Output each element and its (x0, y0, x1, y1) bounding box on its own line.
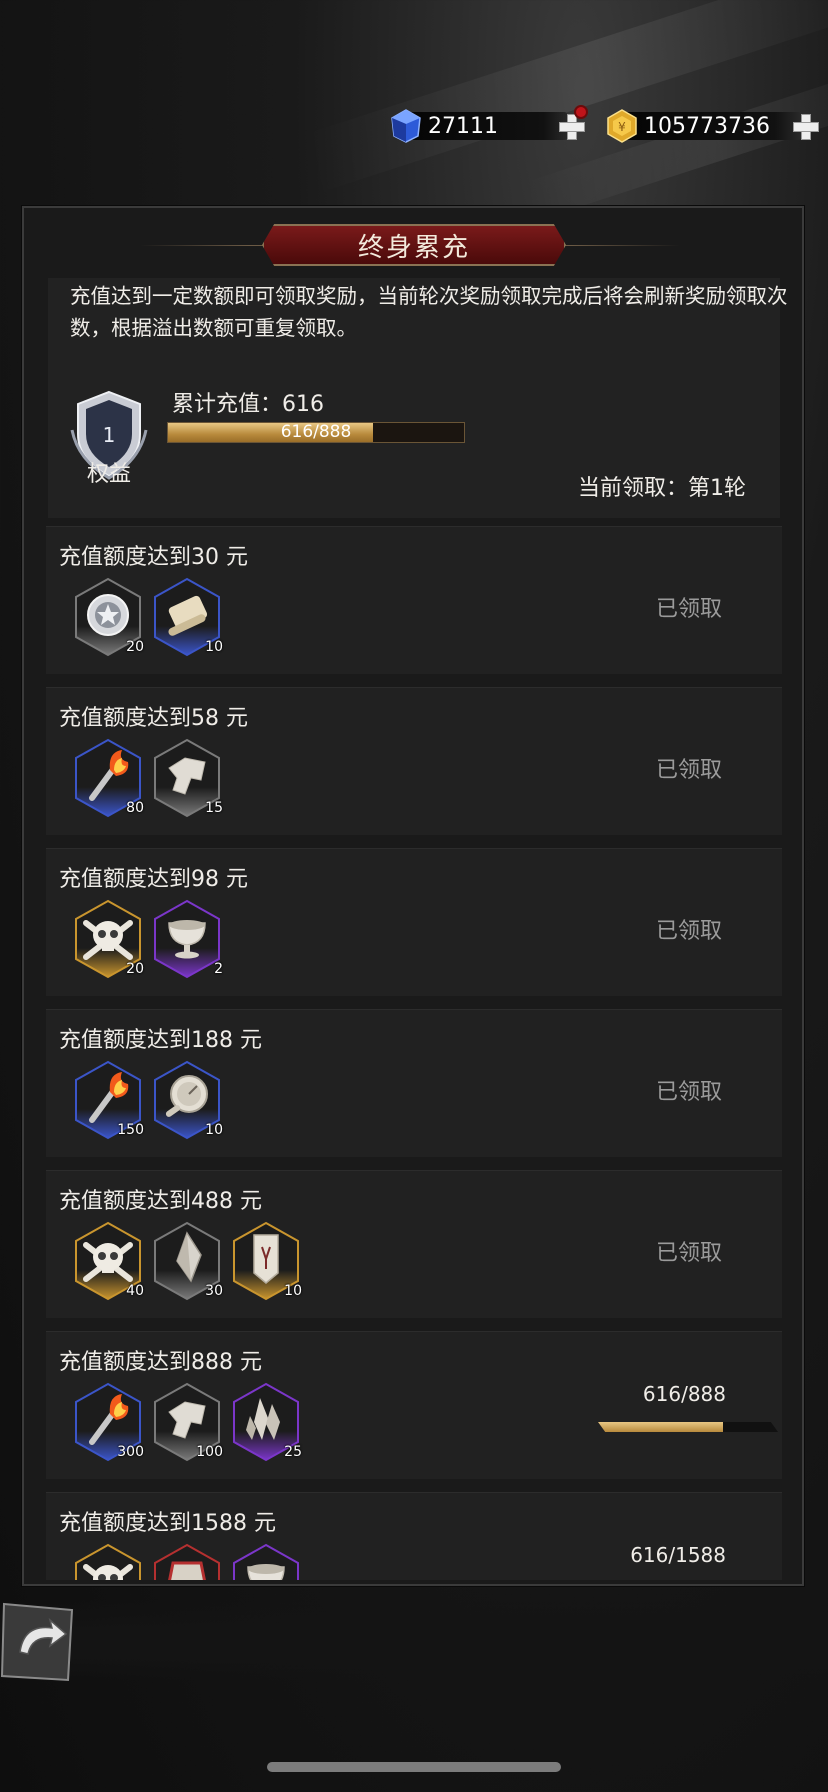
badge-level: 1 (103, 423, 116, 447)
item-quantity: 10 (205, 639, 223, 655)
current-round-label: 当前领取：第1轮 (578, 476, 746, 501)
reward-item[interactable]: 80 (72, 738, 144, 818)
tier-progress-bar (598, 1422, 778, 1432)
tier-progress-fill (598, 1422, 723, 1432)
chalice-icon (233, 1543, 299, 1580)
item-quantity: 15 (205, 800, 223, 816)
back-arrow-icon[interactable] (0, 1600, 76, 1684)
reward-tier-card[interactable]: 充值额度达到30 元 20 10 已领取 (46, 526, 782, 674)
panel-title: 终身累充 (357, 232, 470, 263)
tier-progress-text: 616/1588 (630, 1543, 726, 1567)
tier-title: 充值额度达到888 元 (59, 1350, 262, 1375)
item-quantity: 40 (126, 1283, 144, 1299)
red-relic-icon (154, 1543, 220, 1580)
reward-tier-card[interactable]: 充值额度达到488 元 40 30 10 已领取 (46, 1170, 782, 1318)
home-indicator (267, 1762, 561, 1772)
skull-icon (75, 1543, 141, 1580)
reward-tier-card[interactable]: 充值额度达到98 元 20 2 已领取 (46, 848, 782, 996)
reward-item[interactable] (151, 1543, 223, 1580)
tier-title: 充值额度达到488 元 (59, 1189, 262, 1214)
badge-label: 权益 (86, 462, 131, 487)
gem-amount: 27111 (428, 113, 498, 139)
reward-item[interactable]: 100 (151, 1382, 223, 1462)
notification-dot (574, 105, 588, 119)
item-quantity: 300 (117, 1444, 144, 1460)
cumulative-progress-text: 616/888 (280, 422, 352, 442)
item-quantity: 150 (117, 1122, 144, 1138)
item-quantity: 100 (196, 1444, 223, 1460)
reward-item[interactable]: 20 (72, 899, 144, 979)
reward-tier-list[interactable]: 充值额度达到30 元 20 10 已领取 充值额度达到58 元 80 15 已领取 充值额度达到… (46, 526, 782, 1580)
reward-item[interactable]: 10 (151, 1060, 223, 1140)
reward-item[interactable]: 20 (72, 577, 144, 657)
reward-tier-card[interactable]: 充值额度达到888 元 300 100 25 616/888 (46, 1331, 782, 1479)
tier-title: 充值额度达到188 元 (59, 1028, 262, 1053)
svg-text:¥: ¥ (618, 120, 626, 134)
item-quantity: 10 (284, 1283, 302, 1299)
gold-amount: 105773736 (644, 113, 770, 139)
add-gem-button[interactable] (558, 105, 588, 140)
reward-item[interactable]: 150 (72, 1060, 144, 1140)
claimed-status: 已领取 (655, 1241, 722, 1266)
item-quantity: 25 (284, 1444, 302, 1460)
gold-coin-icon: ¥ (607, 109, 637, 143)
blue-gem-icon (391, 109, 421, 143)
tier-title: 充值额度达到1588 元 (59, 1511, 276, 1536)
bottom-bar (0, 1600, 828, 1680)
claimed-status: 已领取 (655, 919, 722, 944)
tier-title: 充值额度达到98 元 (59, 867, 248, 892)
background-brush (305, 0, 828, 192)
claimed-status: 已领取 (655, 758, 722, 783)
claimed-status: 已领取 (655, 1080, 722, 1105)
item-quantity: 20 (126, 961, 144, 977)
reward-item[interactable] (230, 1543, 302, 1580)
cumulative-recharge-label: 累计充值：616 (172, 392, 324, 417)
title-plate: 终身累充 (262, 224, 566, 266)
item-quantity: 30 (205, 1283, 223, 1299)
rules-description: 充值达到一定数额即可领取奖励，当前轮次奖励领取完成后将会刷新奖励领取次数，根据溢… (70, 284, 788, 340)
item-quantity: 2 (214, 961, 223, 977)
reward-item[interactable]: 2 (151, 899, 223, 979)
gold-currency: ¥ 105773736 (604, 108, 819, 144)
reward-item[interactable]: 15 (151, 738, 223, 818)
reward-item[interactable]: 30 (151, 1221, 223, 1301)
gem-currency: 27111 (388, 105, 588, 144)
reward-item[interactable]: 40 (72, 1221, 144, 1301)
cumulative-progress-bar: 616/888 (167, 422, 465, 443)
reward-item[interactable] (72, 1543, 144, 1580)
tier-title: 充值额度达到58 元 (59, 706, 248, 731)
reward-item[interactable]: 10 (151, 577, 223, 657)
reward-item[interactable]: 300 (72, 1382, 144, 1462)
item-quantity: 20 (126, 639, 144, 655)
tier-title: 充值额度达到30 元 (59, 545, 248, 570)
claimed-status: 已领取 (655, 597, 722, 622)
reward-tier-card[interactable]: 充值额度达到58 元 80 15 已领取 (46, 687, 782, 835)
item-quantity: 10 (205, 1122, 223, 1138)
add-gold-button[interactable] (792, 113, 819, 140)
chalice-icon (154, 899, 220, 979)
reward-item[interactable]: 25 (230, 1382, 302, 1462)
reward-tier-card[interactable]: 充值额度达到1588 元 616/1588 (46, 1492, 782, 1580)
tier-progress-text: 616/888 (642, 1382, 726, 1406)
reward-tier-card[interactable]: 充值额度达到188 元 150 10 已领取 (46, 1009, 782, 1157)
item-quantity: 80 (126, 800, 144, 816)
reward-item[interactable]: 10 (230, 1221, 302, 1301)
